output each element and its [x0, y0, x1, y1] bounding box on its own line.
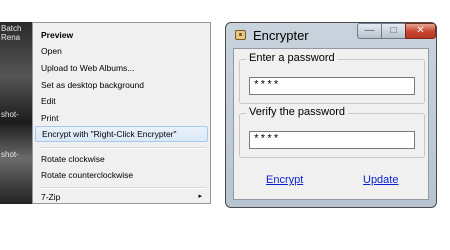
- verify-password-input[interactable]: ****: [249, 131, 415, 149]
- desktop-icon-label: shot-: [1, 150, 19, 159]
- password-group: Enter a password ****: [239, 52, 425, 104]
- password-input[interactable]: ****: [249, 77, 415, 95]
- menu-item-rotate-counterclockwise[interactable]: Rotate counterclockwise: [35, 167, 208, 183]
- menu-item-upload-web-albums[interactable]: Upload to Web Albums...: [35, 60, 208, 76]
- desktop-icon-label: shot-: [1, 110, 19, 119]
- desktop-icon-label: Batch: [1, 24, 22, 33]
- maximize-button[interactable]: □: [381, 23, 406, 39]
- menu-item-preview[interactable]: Preview: [35, 27, 208, 43]
- maximize-icon: □: [390, 25, 397, 36]
- close-icon: ✕: [416, 25, 425, 36]
- encrypt-link[interactable]: Encrypt: [266, 174, 303, 186]
- context-menu: Preview Open Upload to Web Albums... Set…: [32, 22, 211, 204]
- desktop-background: Batch Rena shot- shot-: [0, 22, 36, 204]
- minimize-icon: —: [364, 25, 375, 36]
- menu-item-print[interactable]: Print: [35, 110, 208, 126]
- menu-item-label: 7-Zip: [41, 192, 61, 202]
- menu-item-set-desktop-background[interactable]: Set as desktop background: [35, 77, 208, 93]
- key-icon: [235, 30, 246, 40]
- verify-password-label: Verify the password: [246, 106, 348, 118]
- verify-password-group: Verify the password ****: [239, 106, 425, 158]
- menu-item-open[interactable]: Open: [35, 43, 208, 59]
- desktop-icon-label: Rena: [1, 33, 21, 42]
- title-bar[interactable]: Encrypter — □ ✕: [226, 23, 436, 47]
- close-button[interactable]: ✕: [405, 23, 436, 39]
- minimize-button[interactable]: —: [357, 23, 382, 39]
- encrypter-window: Encrypter — □ ✕ Enter a password **** Ve…: [225, 22, 437, 208]
- menu-item-rotate-clockwise[interactable]: Rotate clockwise: [35, 151, 208, 167]
- submenu-arrow-icon: ▸: [198, 193, 202, 200]
- menu-item-encrypt[interactable]: Encrypt with "Right-Click Encrypter": [35, 126, 208, 142]
- password-label: Enter a password: [246, 52, 338, 64]
- update-link[interactable]: Update: [363, 174, 398, 186]
- menu-separator: [39, 147, 206, 149]
- menu-item-7zip[interactable]: 7-Zip ▸: [35, 189, 208, 205]
- window-title: Encrypter: [253, 28, 309, 43]
- menu-item-edit[interactable]: Edit: [35, 93, 208, 109]
- window-client-area: Enter a password **** Verify the passwor…: [233, 48, 429, 200]
